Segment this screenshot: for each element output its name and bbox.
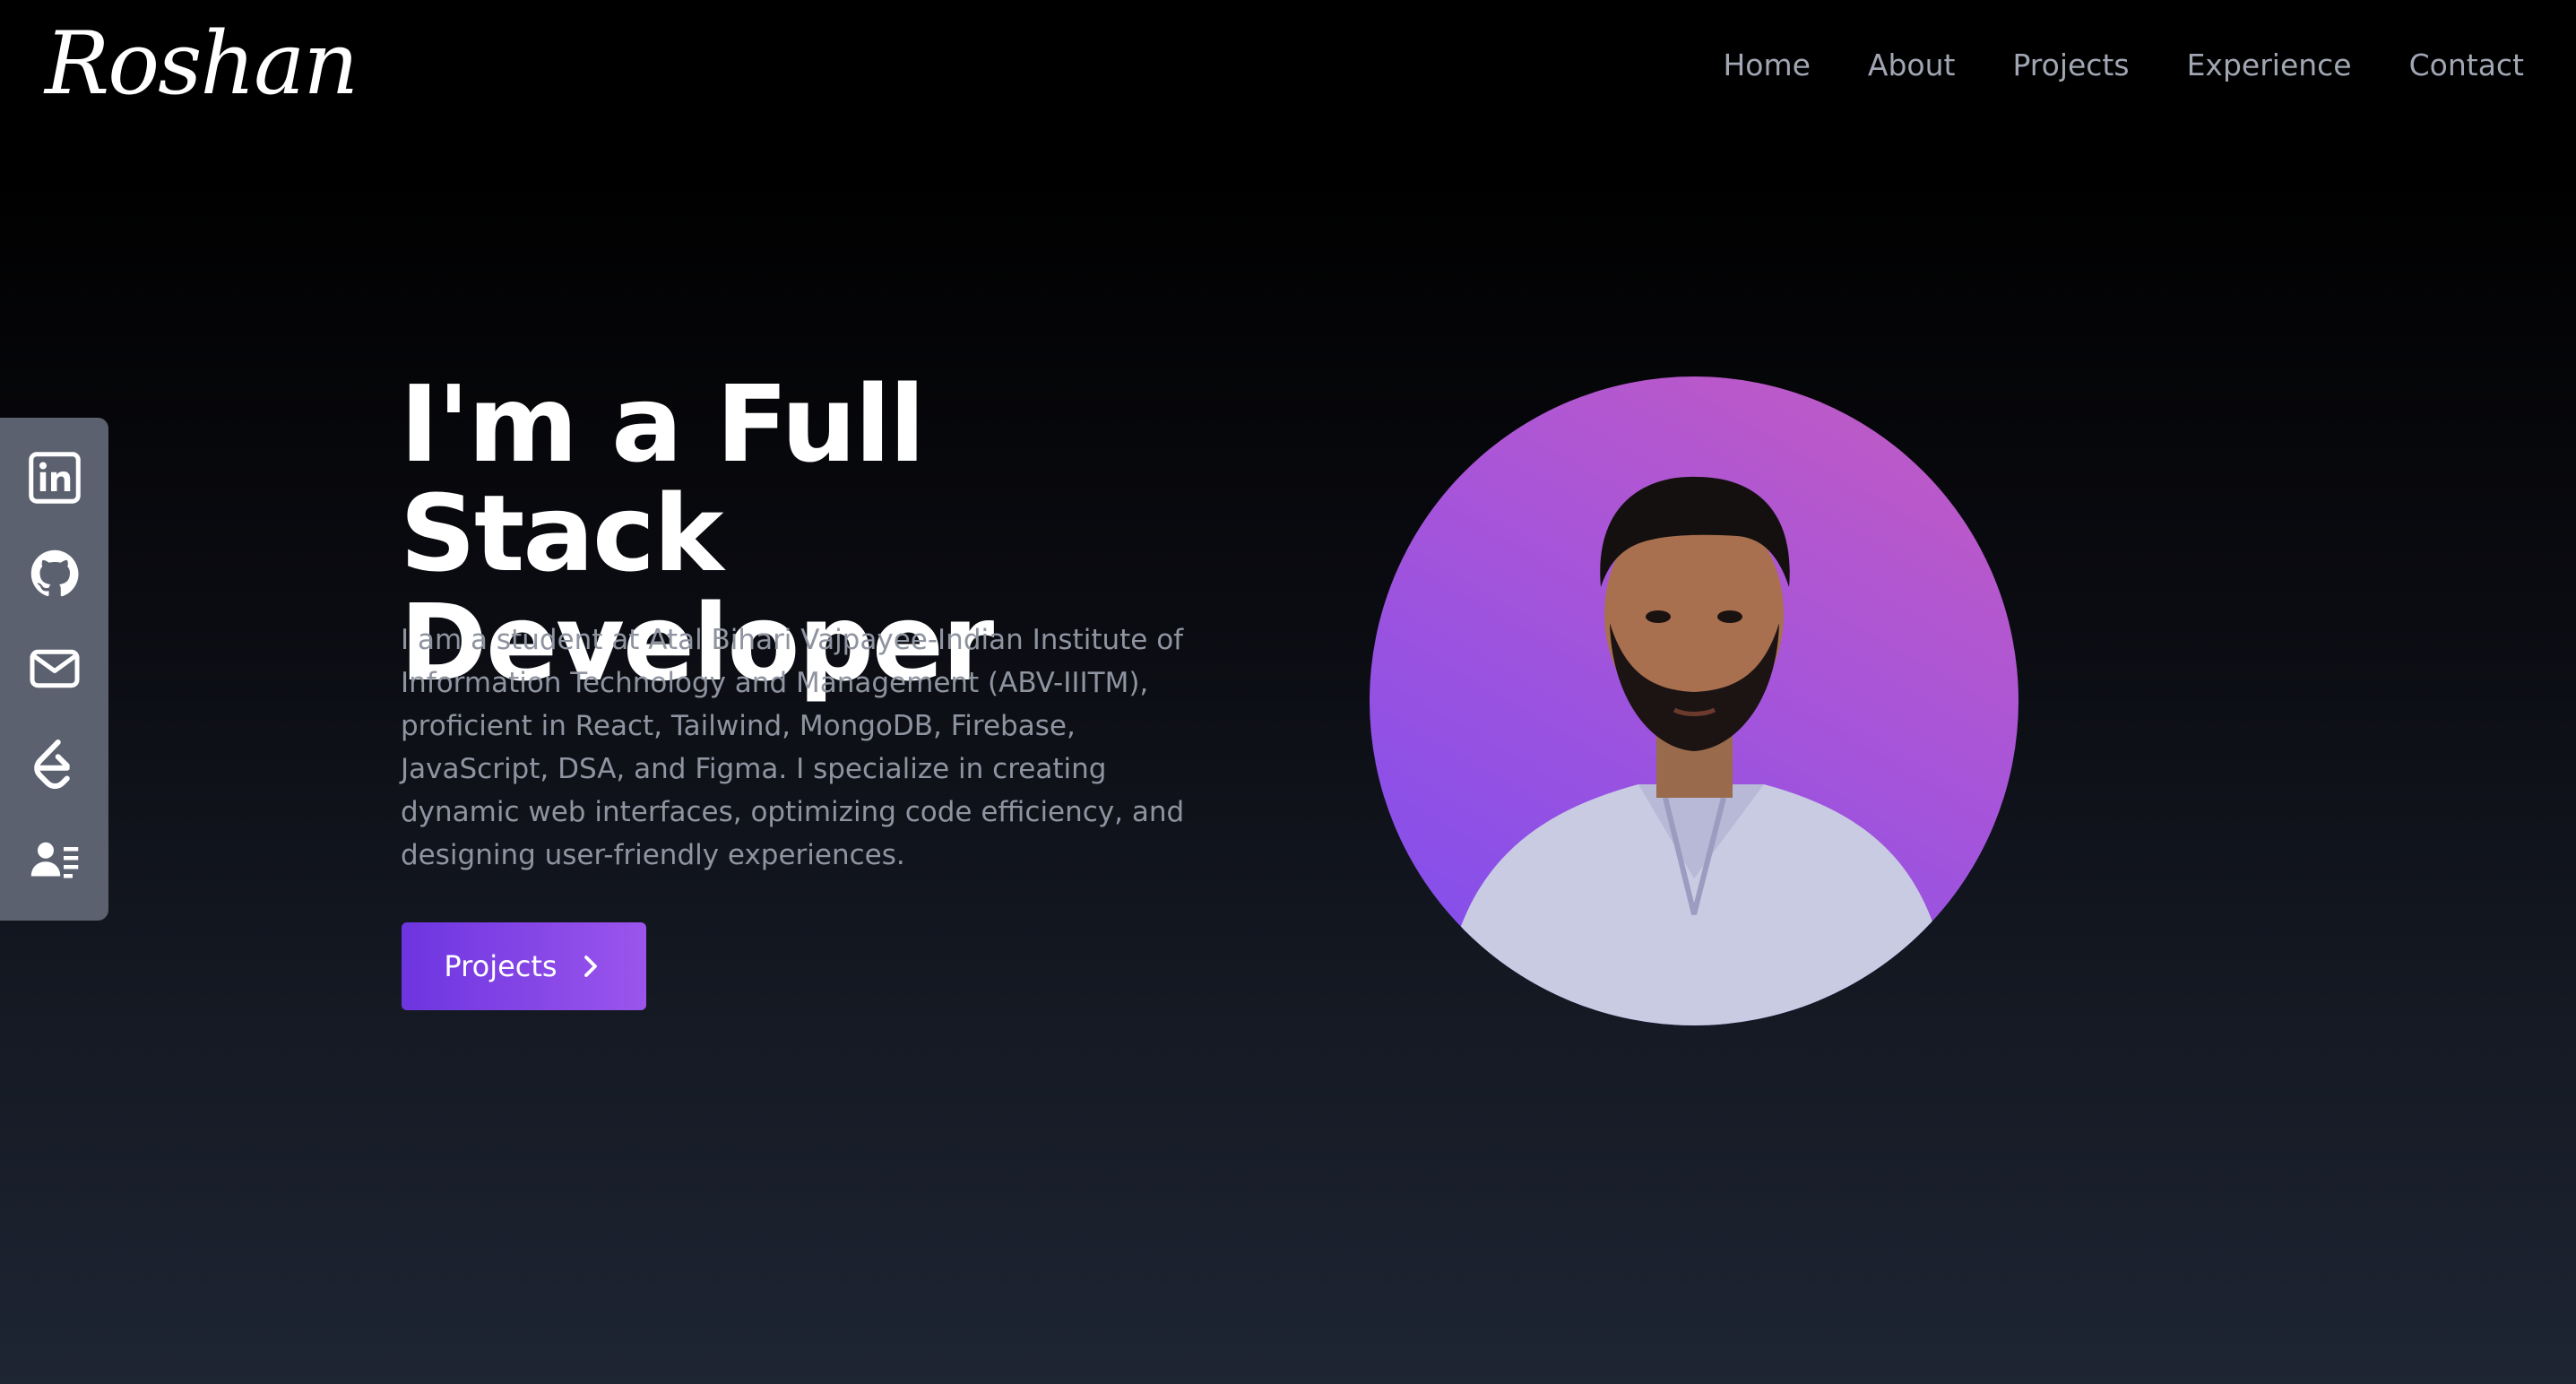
chevron-right-icon	[583, 956, 597, 977]
linkedin-link[interactable]	[25, 448, 84, 507]
social-sidebar	[0, 418, 108, 921]
mail-icon	[30, 650, 79, 688]
profile-photo	[1370, 376, 2018, 1025]
nav-projects[interactable]: Projects	[2012, 43, 2129, 88]
leetcode-link[interactable]	[25, 735, 84, 794]
nav-home[interactable]: Home	[1723, 43, 1810, 88]
projects-button[interactable]: Projects	[402, 922, 646, 1010]
resume-icon	[30, 842, 78, 878]
github-link[interactable]	[25, 544, 84, 603]
person-portrait-icon	[1441, 476, 1952, 1025]
site-logo[interactable]: Roshan	[45, 5, 359, 122]
main-nav: Home About Projects Experience Contact	[1723, 43, 2524, 88]
email-link[interactable]	[25, 639, 84, 698]
leetcode-icon	[33, 740, 70, 790]
linkedin-icon	[28, 452, 81, 505]
resume-link[interactable]	[25, 831, 84, 890]
github-icon	[30, 549, 78, 597]
nav-about[interactable]: About	[1868, 43, 1956, 88]
nav-experience[interactable]: Experience	[2187, 43, 2352, 88]
projects-button-label: Projects	[444, 949, 558, 983]
nav-contact[interactable]: Contact	[2409, 43, 2524, 88]
hero-title-line1: I'm a Full Stack	[400, 362, 925, 595]
hero-description: I am a student at Atal Bihari Vajpayee-I…	[401, 624, 1185, 871]
